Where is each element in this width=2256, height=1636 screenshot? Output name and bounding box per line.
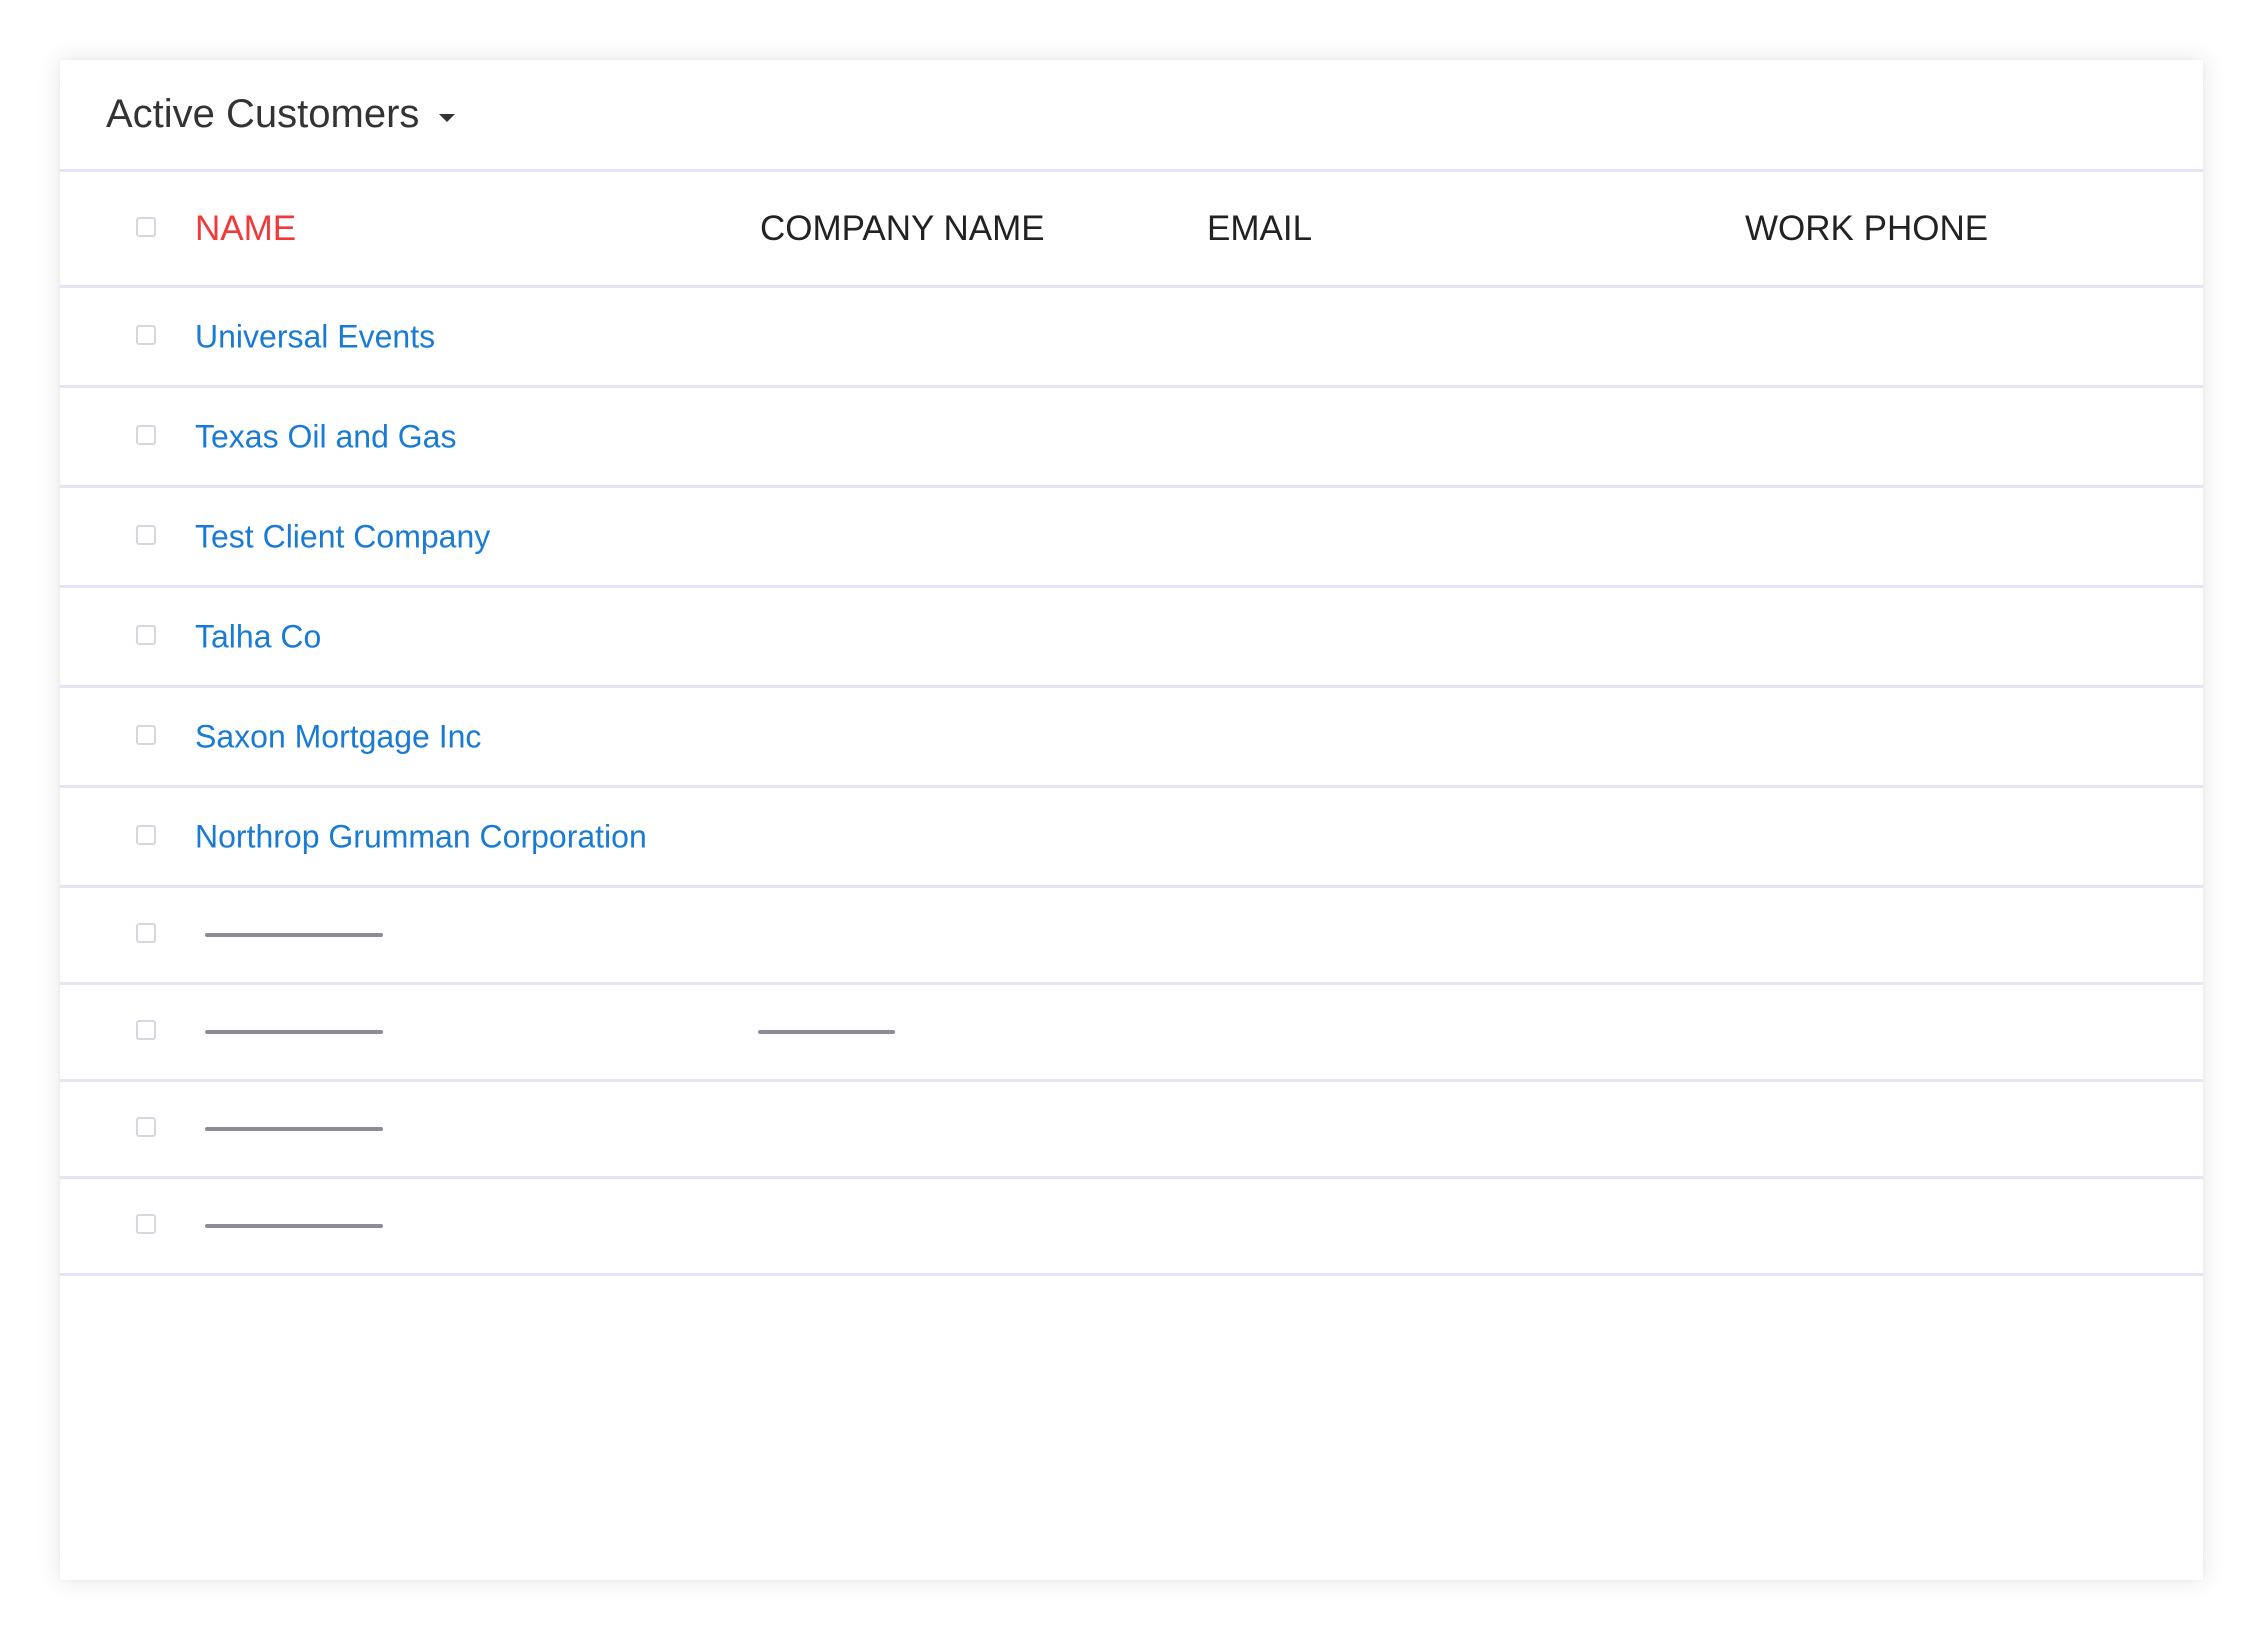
table-row[interactable]: Saxon Mortgage Inc	[60, 688, 2203, 788]
row-checkbox[interactable]	[136, 1214, 156, 1234]
name-placeholder-bar	[205, 1127, 383, 1131]
name-placeholder-bar	[205, 933, 383, 937]
row-checkbox[interactable]	[136, 524, 156, 545]
column-header-email[interactable]: EMAIL	[1207, 209, 1312, 249]
placeholder-row	[60, 1082, 2203, 1179]
view-title: Active Customers	[106, 92, 420, 136]
view-selector[interactable]: Active Customers	[106, 92, 456, 137]
view-header: Active Customers	[60, 60, 2203, 172]
row-checkbox[interactable]	[136, 1117, 156, 1137]
row-checkbox[interactable]	[136, 1020, 156, 1040]
placeholder-row	[60, 1179, 2203, 1276]
table-row[interactable]: Universal Events	[60, 288, 2203, 388]
table-row[interactable]: Talha Co	[60, 588, 2203, 688]
column-header-name[interactable]: NAME	[195, 209, 296, 249]
row-checkbox[interactable]	[136, 624, 156, 645]
table-row[interactable]: Texas Oil and Gas	[60, 388, 2203, 488]
table-row[interactable]: Test Client Company	[60, 488, 2203, 588]
row-checkbox[interactable]	[136, 324, 156, 345]
customers-card: Active Customers NAME COMPANY NAME EMAIL…	[60, 60, 2203, 1580]
row-checkbox[interactable]	[136, 724, 156, 745]
row-checkbox[interactable]	[136, 923, 156, 943]
table-header: NAME COMPANY NAME EMAIL WORK PHONE	[60, 172, 2203, 288]
customer-name-link[interactable]: Talha Co	[195, 618, 321, 655]
customer-name-link[interactable]: Northrop Grumman Corporation	[195, 818, 647, 855]
customer-name-link[interactable]: Universal Events	[195, 318, 435, 355]
table-row[interactable]: Northrop Grumman Corporation	[60, 788, 2203, 888]
column-header-company-name[interactable]: COMPANY NAME	[760, 209, 1045, 249]
customer-name-link[interactable]: Saxon Mortgage Inc	[195, 718, 481, 755]
row-checkbox[interactable]	[136, 824, 156, 845]
name-placeholder-bar	[205, 1224, 383, 1228]
column-header-work-phone[interactable]: WORK PHONE	[1745, 209, 1988, 249]
customer-name-link[interactable]: Texas Oil and Gas	[195, 418, 456, 455]
company-placeholder-bar	[758, 1030, 895, 1034]
row-checkbox[interactable]	[136, 424, 156, 445]
placeholder-row	[60, 888, 2203, 985]
placeholder-row	[60, 985, 2203, 1082]
caret-down-icon[interactable]	[439, 113, 456, 122]
select-all-checkbox[interactable]	[136, 216, 156, 237]
customer-name-link[interactable]: Test Client Company	[195, 518, 490, 555]
name-placeholder-bar	[205, 1030, 383, 1034]
